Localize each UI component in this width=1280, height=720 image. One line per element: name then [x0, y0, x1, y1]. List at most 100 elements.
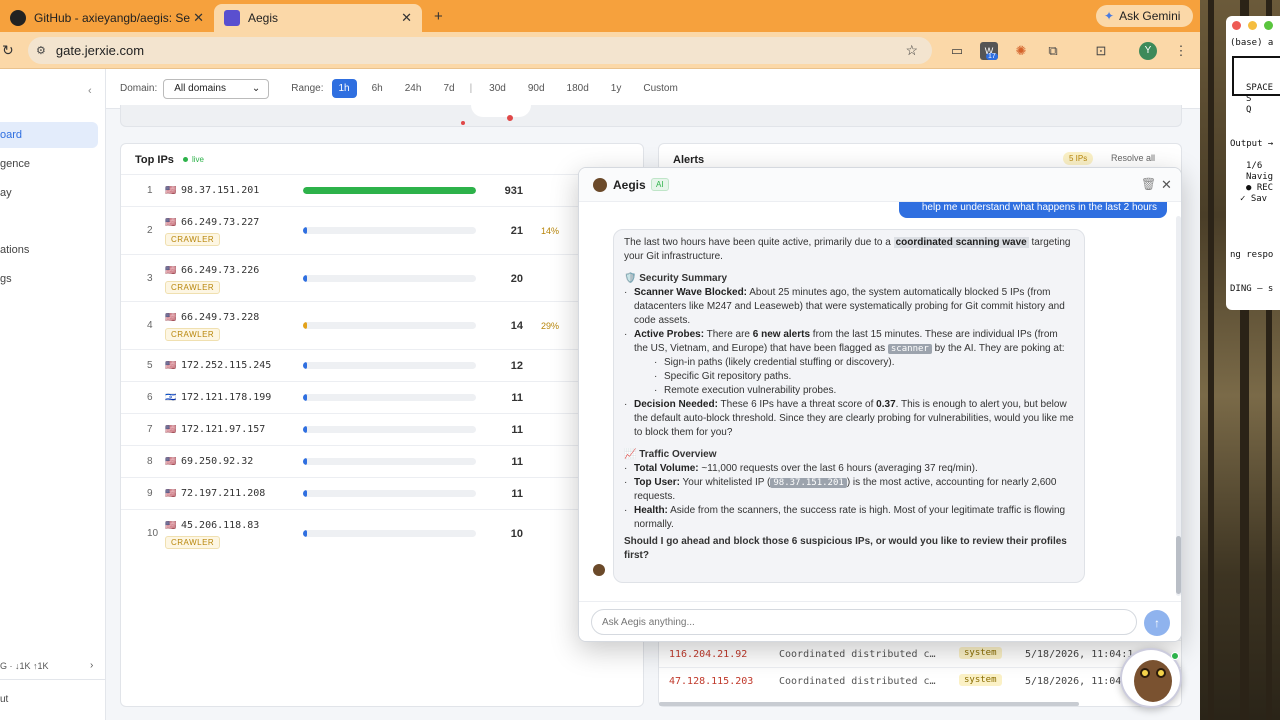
ip-row[interactable]: 10 🇺🇸 45.206.118.83 CRAWLER 10 — [121, 509, 641, 557]
ip-address[interactable]: 98.37.151.201 — [181, 185, 259, 196]
traffic-bar-fill — [303, 490, 308, 497]
map-marker[interactable] — [507, 115, 513, 121]
range-90d[interactable]: 90d — [521, 79, 552, 98]
scrollbar-thumb[interactable] — [1176, 536, 1181, 594]
range-6h[interactable]: 6h — [365, 79, 390, 98]
ask-gemini-button[interactable]: ✦ Ask Gemini — [1096, 5, 1193, 27]
logout-link[interactable]: ut — [0, 694, 8, 705]
crawler-badge: CRAWLER — [165, 536, 221, 549]
minimize-dot-icon[interactable] — [1248, 21, 1257, 30]
alert-description: Coordinated distributed c… — [779, 649, 936, 660]
ip-address[interactable]: 45.206.118.83 — [181, 520, 259, 531]
range-30d[interactable]: 30d — [482, 79, 513, 98]
world-map[interactable] — [120, 105, 1182, 127]
chat-input[interactable] — [591, 609, 1137, 635]
bookmark-star-icon[interactable]: ☆ — [905, 42, 918, 59]
collapse-sidebar-icon[interactable]: ‹ — [88, 85, 92, 97]
sidebar-item-intelligence[interactable]: gence — [0, 151, 30, 177]
tab-github[interactable]: GitHub - axieyangb/aegis: Se ✕ — [0, 4, 214, 32]
profile-avatar[interactable]: Y — [1139, 42, 1157, 60]
aegis-shield-icon — [224, 10, 240, 26]
crawler-badge: CRAWLER — [165, 328, 221, 341]
ip-row[interactable]: 7 🇺🇸 172.121.97.157 11 — [121, 413, 641, 445]
range-1h[interactable]: 1h — [331, 79, 357, 98]
ip-address[interactable]: 66.249.73.228 — [181, 312, 259, 323]
claude-extension-icon[interactable]: ✺ — [1012, 42, 1030, 60]
tab-aegis[interactable]: Aegis ✕ — [214, 4, 422, 32]
ip-rank: 7 — [147, 424, 153, 435]
sidebar-item-settings[interactable]: gs — [0, 266, 12, 292]
alert-ip[interactable]: 116.204.21.92 — [669, 649, 747, 660]
text: by the AI. They are poking at: — [931, 343, 1065, 354]
close-tab-icon[interactable]: ✕ — [401, 10, 412, 26]
ip-address[interactable]: 66.249.73.227 — [181, 217, 259, 228]
send-button[interactable]: ↑ — [1144, 610, 1170, 636]
request-count: 21 — [510, 225, 523, 237]
close-tab-icon[interactable]: ✕ — [193, 10, 204, 26]
close-chat-icon[interactable]: ✕ — [1161, 177, 1172, 193]
crawler-badge: CRAWLER — [165, 281, 221, 294]
sidebar-item-replay[interactable]: ay — [0, 180, 12, 206]
ip-row[interactable]: 6 🇮🇱 172.121.178.199 11 — [121, 381, 641, 413]
horizontal-scrollbar[interactable] — [659, 702, 1079, 706]
chat-scrollbar[interactable] — [1176, 216, 1181, 596]
ip-row[interactable]: 2 🇺🇸 66.249.73.227 CRAWLER 21 14% — [121, 206, 641, 254]
reload-icon[interactable]: ↻ — [2, 42, 14, 59]
close-dot-icon[interactable] — [1232, 21, 1241, 30]
alert-row[interactable]: 47.128.115.203 Coordinated distributed c… — [659, 667, 1181, 694]
ip-address[interactable]: 69.250.92.32 — [181, 456, 253, 467]
alert-ip[interactable]: 47.128.115.203 — [669, 676, 753, 687]
sidebar-item-integrations[interactable]: ations — [0, 237, 29, 263]
ip-address[interactable]: 172.121.178.199 — [181, 392, 271, 403]
range-180d[interactable]: 180d — [560, 79, 596, 98]
top-ips-title: Top IPs — [135, 154, 174, 166]
ip-row[interactable]: 1 🇺🇸 98.37.151.201 931 — [121, 174, 641, 206]
alert-row[interactable]: 116.204.21.92 Coordinated distributed c…… — [659, 640, 1181, 667]
zoom-dot-icon[interactable] — [1264, 21, 1273, 30]
ip-address[interactable]: 172.252.115.245 — [181, 360, 271, 371]
extensions-puzzle-icon[interactable]: ⧉ — [1044, 42, 1062, 60]
bold-text: Active Probes: — [634, 329, 705, 340]
traffic-bar — [303, 322, 476, 329]
tab-title: Aegis — [248, 11, 279, 25]
domain-select[interactable]: All domains ⌄ — [163, 78, 270, 99]
ip-address[interactable]: 72.197.211.208 — [181, 488, 265, 499]
ip-rank: 4 — [147, 320, 153, 331]
list-item: Top User: Your whitelisted IP (98.37.151… — [624, 476, 1074, 504]
ip-rank: 3 — [147, 273, 153, 284]
tab-search-icon[interactable]: ⊡ — [1092, 42, 1110, 60]
new-tab-icon[interactable]: + — [434, 8, 443, 25]
menu-kebab-icon[interactable]: ⋮ — [1172, 42, 1190, 60]
ip-row[interactable]: 8 🇺🇸 69.250.92.32 11 — [121, 445, 641, 477]
resolve-all-button[interactable]: Resolve all — [1111, 153, 1155, 163]
range-1y[interactable]: 1y — [604, 79, 629, 98]
aegis-chat-panel: Aegis AI 🗑 ✕ help me understand what hap… — [578, 167, 1182, 642]
range-label: Range: — [291, 83, 324, 94]
country-flag-icon: 🇺🇸 — [165, 312, 177, 322]
crawler-badge: CRAWLER — [165, 233, 221, 246]
request-count: 11 — [511, 424, 523, 436]
ip-row[interactable]: 3 🇺🇸 66.249.73.226 CRAWLER 20 — [121, 254, 641, 301]
clear-chat-icon[interactable]: 🗑 — [1141, 177, 1156, 191]
map-marker[interactable] — [461, 121, 465, 125]
omnibox[interactable]: ⚙ gate.jerxie.com ☆ — [28, 37, 932, 64]
range-7d[interactable]: 7d — [436, 79, 461, 98]
terminal-window[interactable]: (base) a SPACE S Q Output → 1/6 Navig ● … — [1226, 16, 1280, 310]
cast-icon[interactable]: ▭ — [948, 42, 966, 60]
sidebar-item-dashboard[interactable]: oard — [0, 122, 98, 148]
ip-rank: 2 — [147, 225, 153, 236]
request-count: 10 — [510, 528, 523, 540]
inline-code: scanner — [887, 344, 932, 354]
ask-gemini-label: Ask Gemini — [1119, 9, 1181, 23]
ip-row[interactable]: 4 🇺🇸 66.249.73.228 CRAWLER 14 29% — [121, 301, 641, 349]
expand-stats-icon[interactable]: › — [90, 660, 93, 671]
ip-row[interactable]: 9 🇺🇸 72.197.211.208 11 — [121, 477, 641, 509]
site-settings-icon[interactable]: ⚙ — [36, 44, 46, 57]
ip-row[interactable]: 5 🇺🇸 172.252.115.245 12 — [121, 349, 641, 381]
range-custom[interactable]: Custom — [636, 79, 684, 98]
alert-description: Coordinated distributed c… — [779, 676, 936, 687]
address-bar-row: ↻ ⚙ gate.jerxie.com ☆ ▭ W 17 ✺ ⧉ ⊡ Y ⋮ — [0, 32, 1200, 69]
ip-address[interactable]: 66.249.73.226 — [181, 265, 259, 276]
range-24h[interactable]: 24h — [398, 79, 429, 98]
ip-address[interactable]: 172.121.97.157 — [181, 424, 265, 435]
